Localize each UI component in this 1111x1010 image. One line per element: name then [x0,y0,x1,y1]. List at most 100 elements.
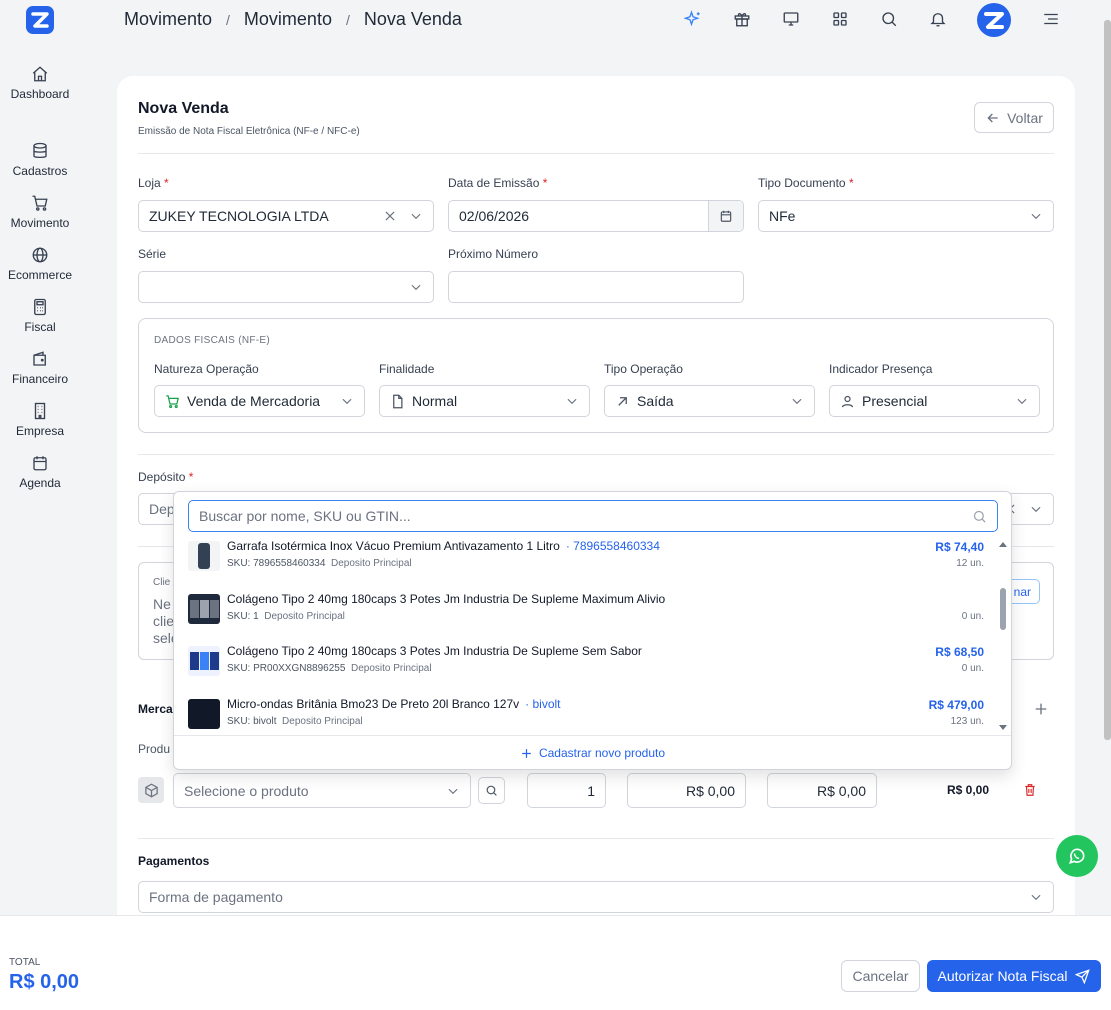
send-icon [1075,968,1091,984]
chevron-down-icon [1031,506,1041,513]
total-label: TOTAL [9,957,41,968]
unit-price-input[interactable]: R$ 0,00 [627,773,746,808]
chevron-down-icon [448,788,458,794]
chevron-down-icon [792,398,802,405]
sidebar-item-label: Agenda [19,476,61,490]
search-product-button[interactable] [478,777,505,804]
sidebar-item-label: Cadastros [12,164,68,178]
monitor-icon[interactable] [782,10,800,28]
calculator-icon [0,298,80,316]
quantity-input[interactable]: 1 [527,773,606,808]
total-value: R$ 0,00 [9,971,80,993]
data-emissao-label: Data de Emissão * [448,176,548,190]
arrow-left-icon [987,113,998,122]
finalidade-select[interactable]: Normal [379,385,590,417]
page-subtitle: Emissão de Nota Fiscal Eletrônica (NF-e … [138,126,360,137]
proximo-numero-input[interactable] [448,271,744,303]
sidebar-item-ecommerce[interactable]: Ecommerce [0,246,80,282]
dropdown-scrollbar[interactable] [998,540,1008,732]
pagamentos-title: Pagamentos [138,854,210,868]
natureza-select[interactable]: Venda de Mercadoria [154,385,365,417]
app-logo-icon[interactable] [26,6,54,34]
natureza-label: Natureza Operação [154,362,259,376]
clear-icon[interactable] [383,209,397,223]
product-search-dropdown: Garrafa Isotérmica Inox Vácuo Premium An… [173,491,1012,770]
sparkles-icon[interactable] [684,10,702,28]
sidebar-item-cadastros[interactable]: Cadastros [0,142,80,178]
tipo-documento-select[interactable]: NFe [758,200,1054,232]
line-total: R$ 0,00 [947,783,990,797]
discount-input[interactable]: R$ 0,00 [767,773,877,808]
grid-icon[interactable] [831,10,849,28]
trash-icon[interactable] [1023,783,1037,797]
breadcrumb-current: Nova Venda [363,9,462,29]
mercadorias-title: Merca [138,702,173,716]
sidebar-item-label: Dashboard [10,87,70,101]
add-item-icon[interactable] [1033,701,1049,717]
product-select[interactable]: Selecione o produto [173,773,471,808]
cancel-button[interactable]: Cancelar [841,960,920,992]
proximo-numero-label: Próximo Número [448,247,539,261]
menu-icon[interactable] [1042,10,1060,28]
sidebar-item-dashboard[interactable]: Dashboard [0,65,80,101]
data-emissao-input[interactable]: 02/06/2026 [448,200,744,232]
chevron-down-icon [1031,894,1041,901]
sidebar-item-financeiro[interactable]: Financeiro [0,350,80,386]
whatsapp-button[interactable] [1056,835,1098,877]
list-item[interactable]: Colágeno Tipo 2 40mg 180caps 3 Potes Jm … [188,644,984,688]
calendar-button[interactable] [708,201,743,231]
search-icon [486,785,497,796]
sidebar-item-label: Financeiro [11,372,69,386]
breadcrumb-item[interactable]: Movimento [124,9,212,30]
product-search-input[interactable] [199,508,972,524]
product-thumbnail [188,594,220,624]
box-icon [138,777,164,803]
tipo-operacao-label: Tipo Operação [604,362,683,376]
sidebar-item-fiscal[interactable]: Fiscal [0,298,80,334]
file-icon [393,394,403,408]
breadcrumb-item[interactable]: Movimento [244,9,332,30]
breadcrumb: Movimento / Movimento / Nova Venda [124,9,462,30]
loja-select[interactable]: ZUKEY TECNOLOGIA LTDA [138,200,434,232]
sidebar-item-label: Ecommerce [7,268,72,282]
chevron-down-icon [1031,213,1041,220]
list-item[interactable]: Colágeno Tipo 2 40mg 180caps 3 Potes Jm … [188,592,984,636]
arrow-up-right-icon [618,396,627,406]
search-icon[interactable] [880,10,898,28]
product-thumbnail [188,541,220,571]
tipo-documento-label: Tipo Documento * [758,176,854,190]
sidebar-item-movimento[interactable]: Movimento [0,194,80,230]
calendar-icon [0,454,80,472]
sidebar-item-empresa[interactable]: Empresa [0,402,80,438]
loja-label: Loja * [138,176,169,190]
list-item[interactable]: Garrafa Isotérmica Inox Vácuo Premium An… [188,539,984,583]
back-button[interactable]: Voltar [974,102,1054,133]
serie-label: Série [138,247,167,261]
bell-icon[interactable] [929,10,947,28]
cliente-label: Clie [153,577,171,588]
chevron-down-icon [1017,398,1027,405]
finalidade-label: Finalidade [379,362,435,376]
gift-icon[interactable] [733,10,751,28]
new-product-button[interactable]: Cadastrar novo produto [174,735,1011,770]
fiscal-section-title: DADOS FISCAIS (NF-E) [154,335,271,346]
serie-select[interactable] [138,271,434,303]
payment-method-select[interactable]: Forma de pagamento [138,881,1054,913]
calendar-icon [720,210,732,222]
authorize-invoice-button[interactable]: Autorizar Nota Fiscal [927,960,1101,992]
cart-icon [166,394,179,408]
page-scrollbar[interactable] [1104,20,1111,740]
chevron-down-icon [342,398,352,405]
tipo-operacao-select[interactable]: Saída [604,385,815,417]
sidebar-item-agenda[interactable]: Agenda [0,454,80,490]
sidebar: Dashboard Cadastros Movimento Ecommerce … [0,0,80,915]
product-search-field[interactable] [188,500,998,532]
indicador-presenca-select[interactable]: Presencial [829,385,1040,417]
plus-icon [522,748,531,758]
avatar[interactable] [977,3,1011,37]
footer-bar: TOTAL R$ 0,00 Cancelar Autorizar Nota Fi… [0,915,1111,1010]
sidebar-item-label: Fiscal [24,320,56,334]
sidebar-item-label: Empresa [15,424,65,438]
whatsapp-icon [1069,848,1085,864]
home-icon [0,65,80,83]
